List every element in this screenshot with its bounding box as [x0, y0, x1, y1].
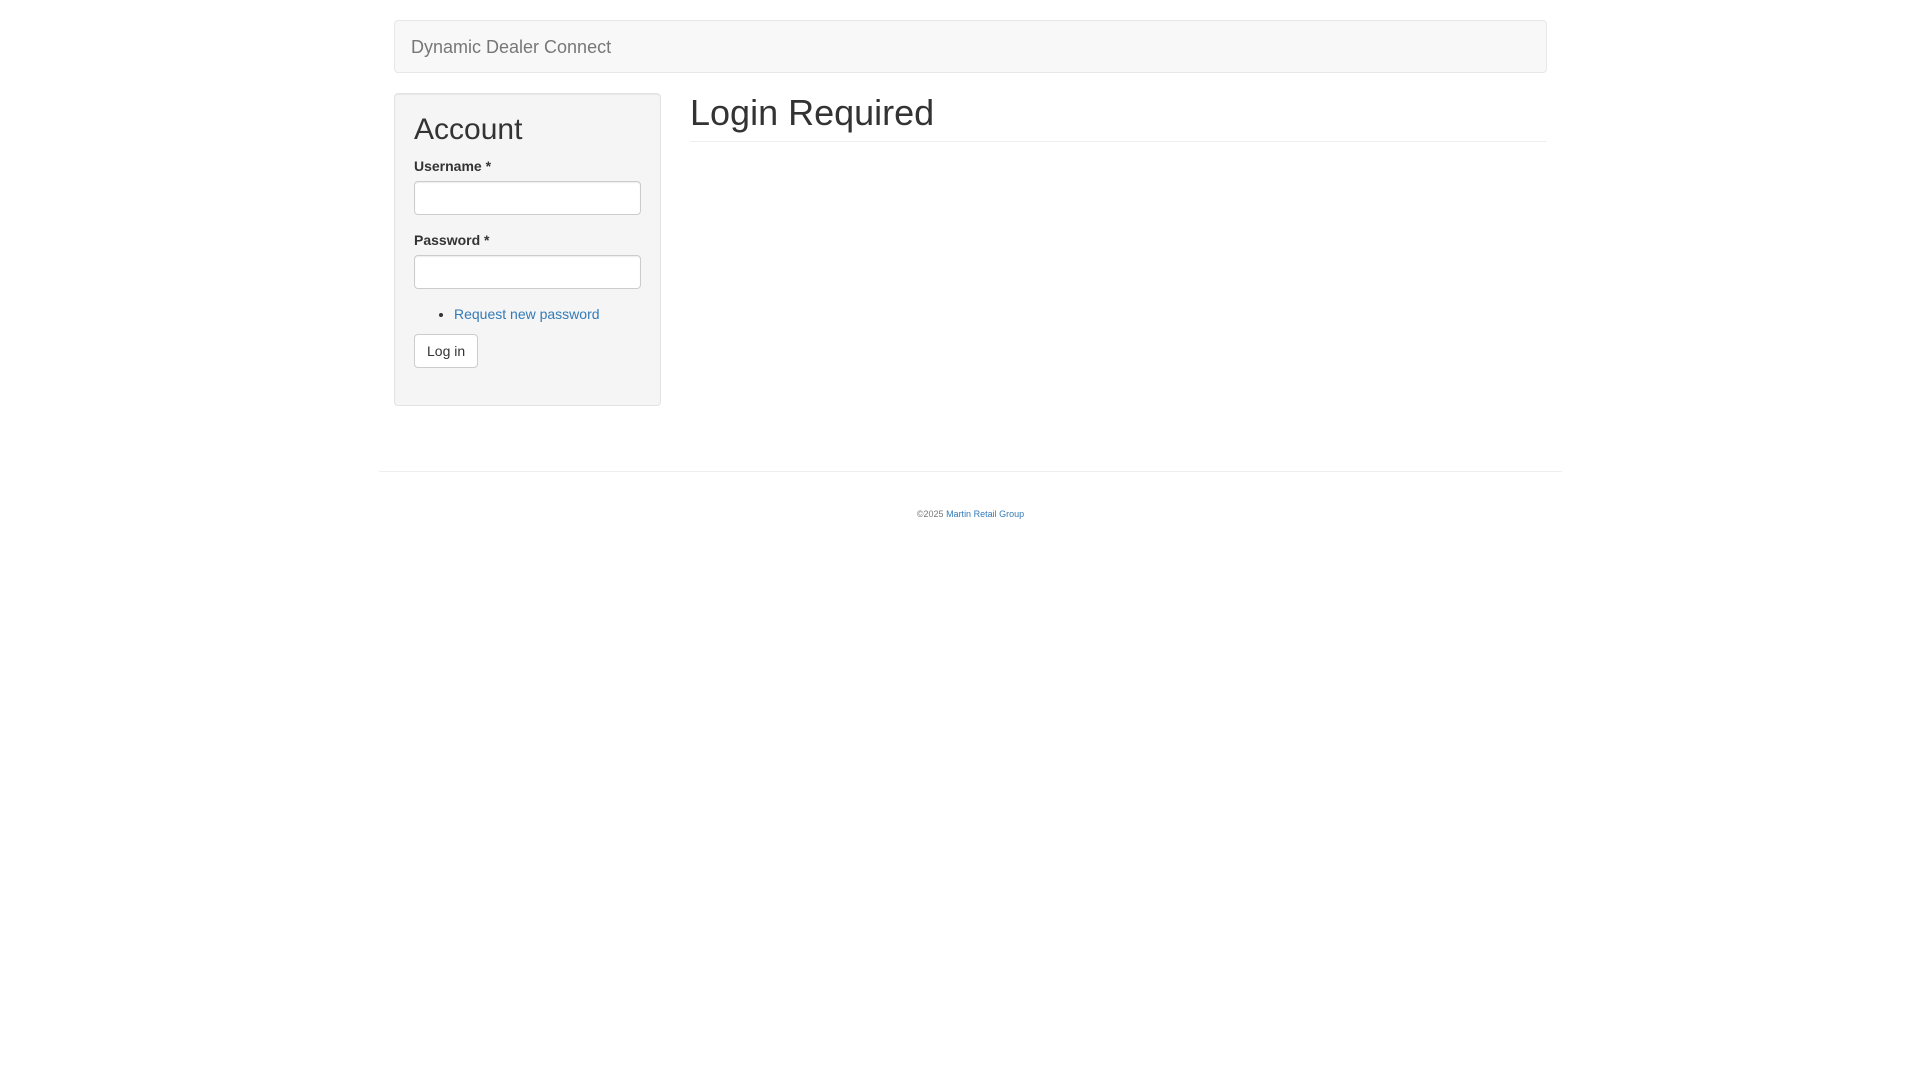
login-button[interactable]: Log in	[414, 334, 479, 368]
page-header: Login Required	[690, 93, 1547, 142]
list-item: Request new password	[454, 304, 641, 324]
required-marker: *	[485, 158, 492, 174]
copyright-text: ©2025	[916, 509, 944, 519]
login-form: Username * Password * Request new passwo…	[414, 156, 641, 368]
username-label: Username *	[414, 158, 492, 174]
password-label: Password *	[414, 232, 490, 248]
username-group: Username *	[414, 156, 641, 215]
page-title: Login Required	[690, 92, 935, 133]
account-sidebar: Account Username * Password * Request ne…	[394, 93, 661, 406]
password-group: Password *	[414, 230, 641, 289]
username-input[interactable]	[414, 181, 641, 215]
account-links: Request new password	[454, 304, 641, 324]
company-link[interactable]: Martin Retail Group	[946, 509, 1024, 519]
request-new-password-link[interactable]: Request new password	[454, 306, 600, 322]
account-title: Account	[414, 113, 523, 146]
footer: ©2025 Martin Retail Group	[379, 471, 1562, 520]
required-marker: *	[484, 232, 490, 248]
main-content: Login Required	[690, 93, 1547, 142]
navbar: Dynamic Dealer Connect	[394, 20, 1547, 73]
password-input[interactable]	[414, 255, 641, 289]
site-brand-link[interactable]: Dynamic Dealer Connect	[411, 37, 611, 57]
